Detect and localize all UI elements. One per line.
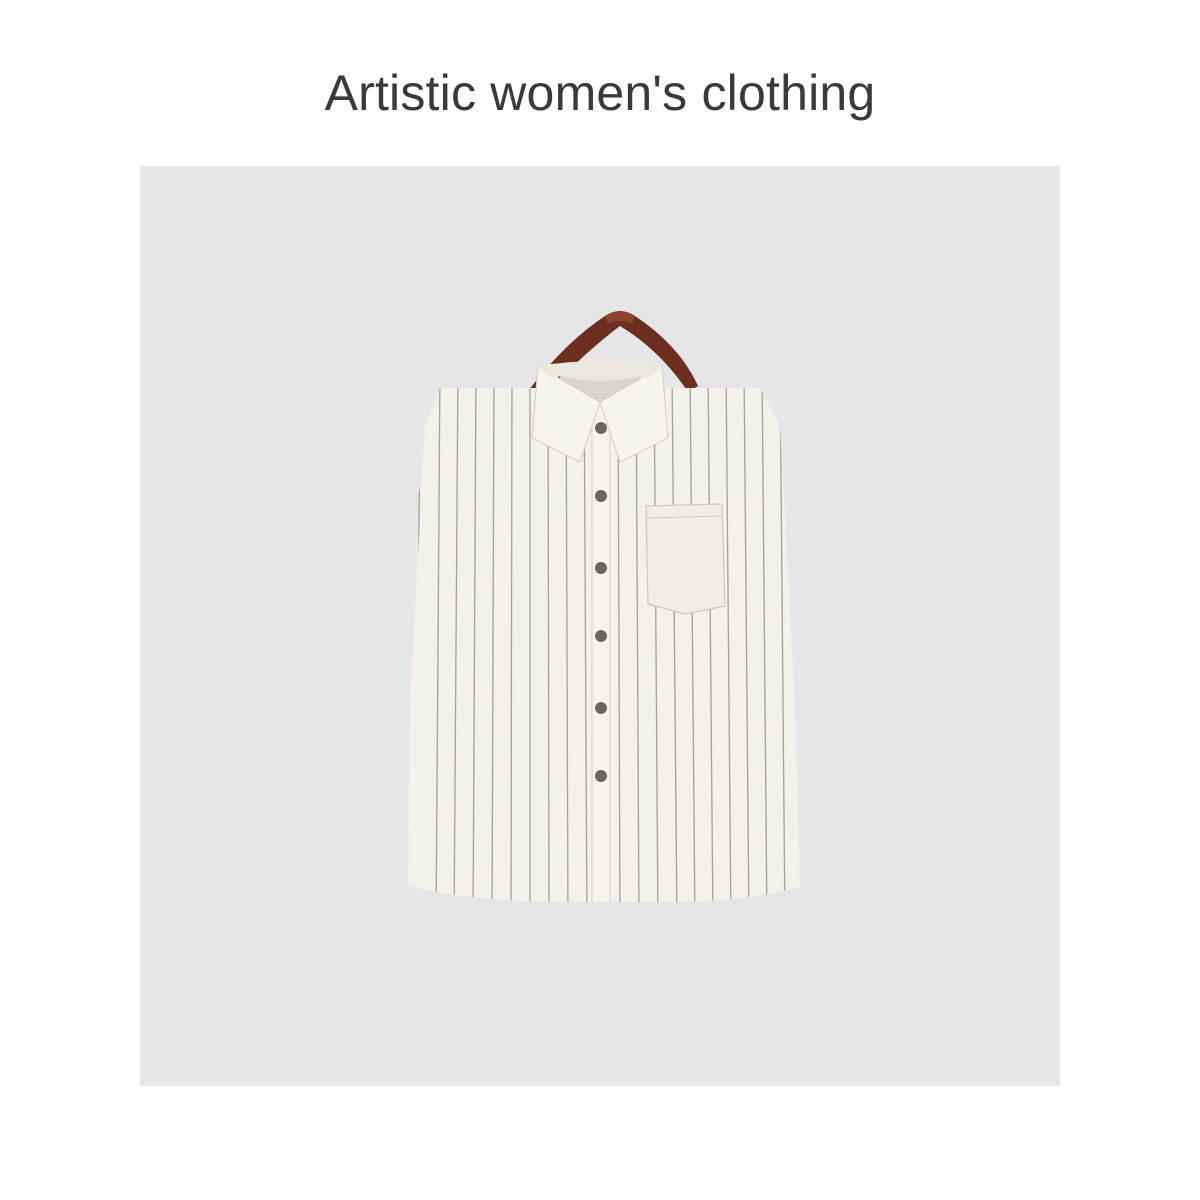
product-photo [140, 166, 1060, 1086]
chest-pocket [645, 503, 726, 615]
shirt-illustration [408, 311, 800, 903]
page-title: Artistic women's clothing [324, 65, 876, 121]
shirt-body [408, 388, 800, 903]
